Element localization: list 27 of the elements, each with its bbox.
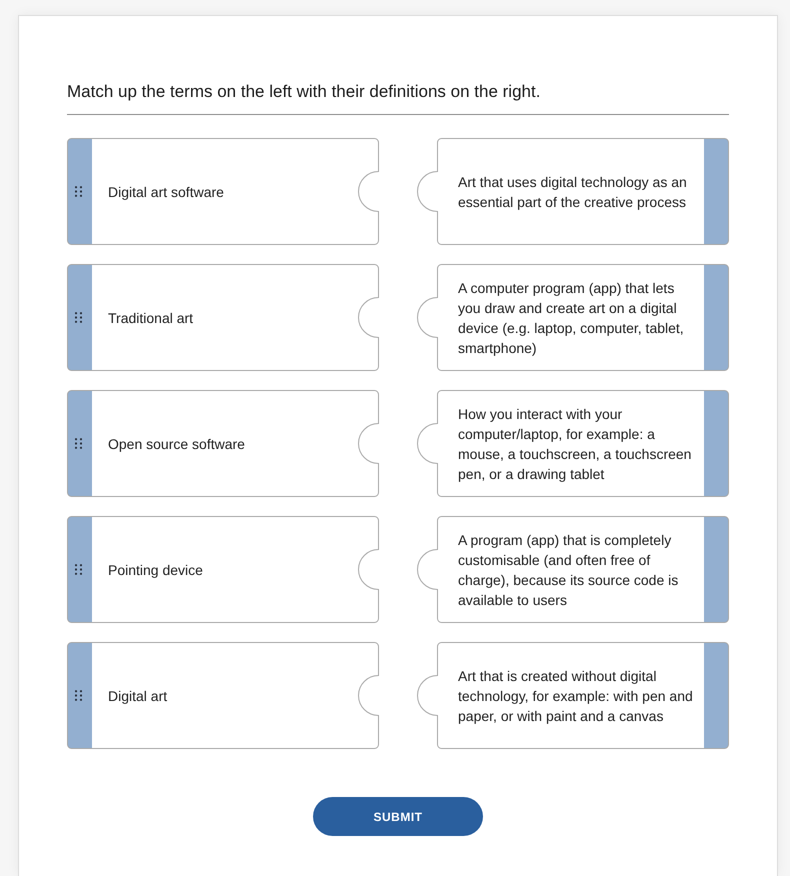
definition-text: A computer program (app) that lets you draw and create art on a digital device (e.g. laptop, computer, tablet, smartphone) [458, 278, 685, 358]
definition-card[interactable]: Art that uses digital technology as an essential part of the creative process [417, 138, 729, 245]
term-card[interactable]: Traditional art [67, 264, 379, 371]
definition-card[interactable]: A program (app) that is completely customisable (and often free of charge), because its source code is available to users [417, 516, 729, 623]
term-text: Pointing device [108, 560, 203, 580]
term-card[interactable]: Digital art software [67, 138, 379, 245]
term-card[interactable]: Digital art [67, 642, 379, 749]
submit-button[interactable]: SUBMIT [313, 797, 483, 836]
term-text: Digital art software [108, 182, 224, 202]
term-card[interactable]: Open source software [67, 390, 379, 497]
definition-card[interactable]: A computer program (app) that lets you draw and create art on a digital device (e.g. laptop, computer, tablet, smartphone) [417, 264, 729, 371]
definition-card[interactable]: Art that is created without digital technology, for example: with pen and paper, or with paint and a canvas [417, 642, 729, 749]
term-text: Open source software [108, 434, 245, 454]
definition-text: Art that is created without digital technology, for example: with pen and paper, or with paint and a canvas [458, 666, 694, 726]
definition-text: A program (app) that is completely customisable (and often free of charge), because its source code is available to users [458, 530, 680, 610]
instruction-text: Match up the terms on the left with their definitions on the right. [67, 82, 540, 102]
term-text: Traditional art [108, 308, 194, 328]
definition-text: Art that uses digital technology as an essential part of the creative process [458, 172, 688, 212]
drag-handle-icon[interactable] [75, 564, 82, 575]
drag-handle-icon[interactable] [75, 186, 82, 197]
drag-handle-icon[interactable] [75, 438, 82, 449]
term-text: Digital art [108, 686, 168, 706]
term-card[interactable]: Pointing device [67, 516, 379, 623]
definition-text: How you interact with your computer/laptop, for example: a mouse, a touchscreen, a touchscreen pen, or a drawing tablet [458, 404, 692, 484]
definition-card[interactable]: How you interact with your computer/laptop, for example: a mouse, a touchscreen, a touchscreen pen, or a drawing tablet [417, 390, 729, 497]
drag-handle-icon[interactable] [75, 690, 82, 701]
drag-handle-icon[interactable] [75, 312, 82, 323]
